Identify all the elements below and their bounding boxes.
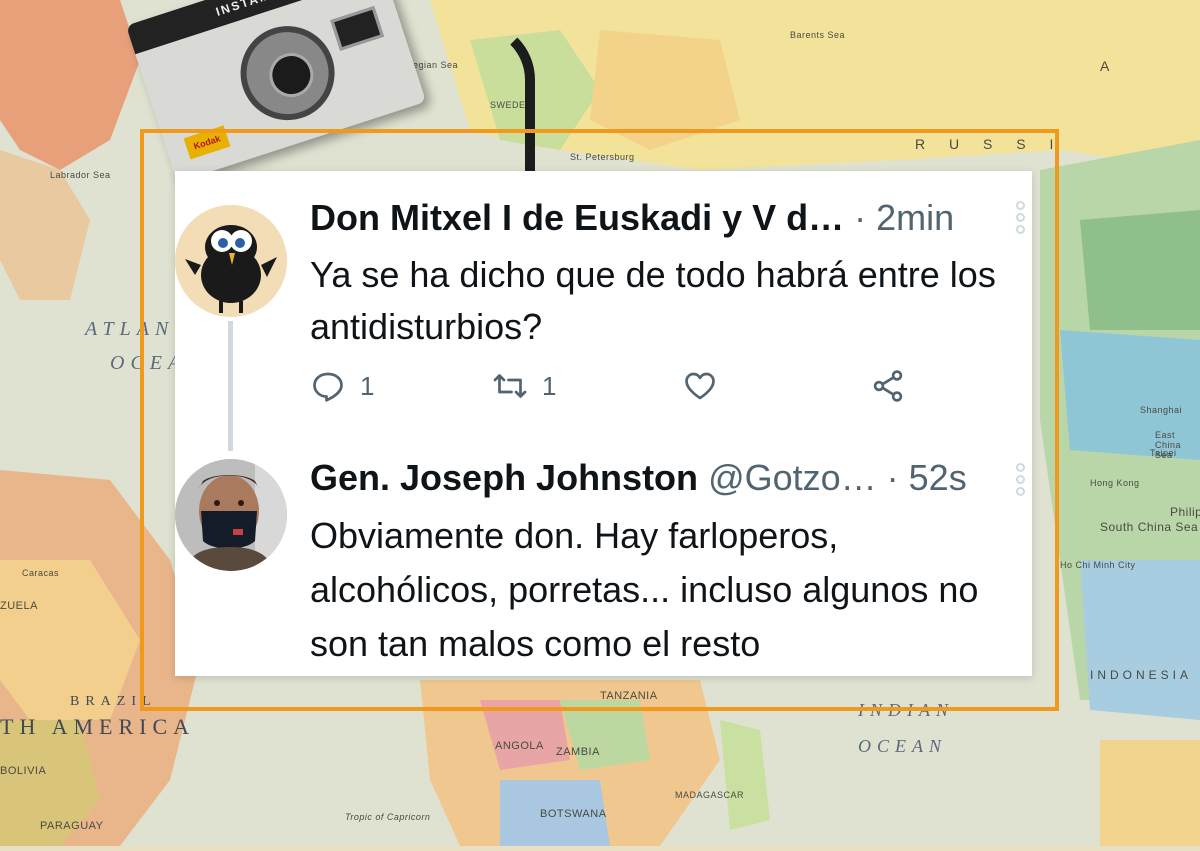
retweet-button[interactable]: 1 xyxy=(492,366,556,406)
retweet-icon xyxy=(493,374,527,398)
place-label: ZUELA xyxy=(0,600,38,612)
ocean-label: OCEAN xyxy=(858,736,948,756)
camera-viewfinder xyxy=(330,6,384,51)
continent-label: TH AMERICA xyxy=(0,714,196,739)
place-label: ZAMBIA xyxy=(556,746,600,758)
place-label: MADAGASCAR xyxy=(675,790,745,800)
tweet-text: Obviamente don. Hay farloperos, alcohóli… xyxy=(310,515,979,664)
more-options-icon[interactable] xyxy=(1016,463,1026,499)
reply-button[interactable]: 1 xyxy=(310,366,374,406)
place-label: Hong Kong xyxy=(1090,478,1140,488)
place-label: PARAGUAY xyxy=(40,820,104,832)
tweet-actions: 1 1 xyxy=(310,366,930,406)
user-handle[interactable]: @Gotzo… xyxy=(708,457,877,498)
tweet[interactable]: Don Mitxel I de Euskadi y V d… · 2min Ya… xyxy=(175,171,1032,451)
tweet[interactable]: Gen. Joseph Johnston @Gotzo… · 52s Obvia… xyxy=(175,443,1032,676)
tweet-text: Ya se ha dicho que de todo habrá entre l… xyxy=(310,254,996,347)
place-label: BOLIVIA xyxy=(0,765,47,777)
heart-icon xyxy=(685,372,715,400)
cartoon-bird-avatar-icon[interactable] xyxy=(175,205,287,317)
place-label: INDONESIA xyxy=(1090,668,1193,682)
place-label: ANGOLA xyxy=(495,740,544,752)
share-icon xyxy=(873,370,903,402)
place-label: A xyxy=(1100,58,1116,74)
camera-model-text: INSTAMATIC xyxy=(214,0,306,19)
tweet-thread-card: Don Mitxel I de Euskadi y V d… · 2min Ya… xyxy=(175,171,1032,676)
reply-icon xyxy=(313,372,343,402)
reply-count: 1 xyxy=(360,370,375,401)
thread-connector-line xyxy=(228,321,233,451)
timestamp[interactable]: · 52s xyxy=(887,457,967,498)
display-name[interactable]: Gen. Joseph Johnston xyxy=(310,457,698,498)
display-name[interactable]: Don Mitxel I de Euskadi y V d… xyxy=(310,197,844,238)
place-label: Ho Chi Minh City xyxy=(1060,560,1136,570)
retweet-count: 1 xyxy=(542,370,557,401)
camera-lens-icon xyxy=(228,13,347,133)
share-button[interactable] xyxy=(870,366,906,406)
place-label: Caracas xyxy=(22,568,60,578)
like-button[interactable] xyxy=(682,366,718,406)
place-label: Taipei xyxy=(1150,448,1177,458)
place-label: Philip xyxy=(1170,505,1200,519)
more-options-icon[interactable] xyxy=(1016,201,1026,237)
place-label: Barents Sea xyxy=(790,30,846,40)
masked-person-avatar-icon[interactable] xyxy=(175,459,287,571)
place-label: BOTSWANA xyxy=(540,808,607,820)
tweet-header: Don Mitxel I de Euskadi y V d… · 2min xyxy=(310,197,990,239)
place-label: Tropic of Capricorn xyxy=(345,812,431,822)
place-label: Labrador Sea xyxy=(50,170,111,180)
tweet-header: Gen. Joseph Johnston @Gotzo… · 52s xyxy=(310,457,990,499)
place-label: Shanghai xyxy=(1140,405,1183,415)
timestamp[interactable]: · 2min xyxy=(854,197,954,238)
place-label: South China Sea xyxy=(1100,520,1199,534)
